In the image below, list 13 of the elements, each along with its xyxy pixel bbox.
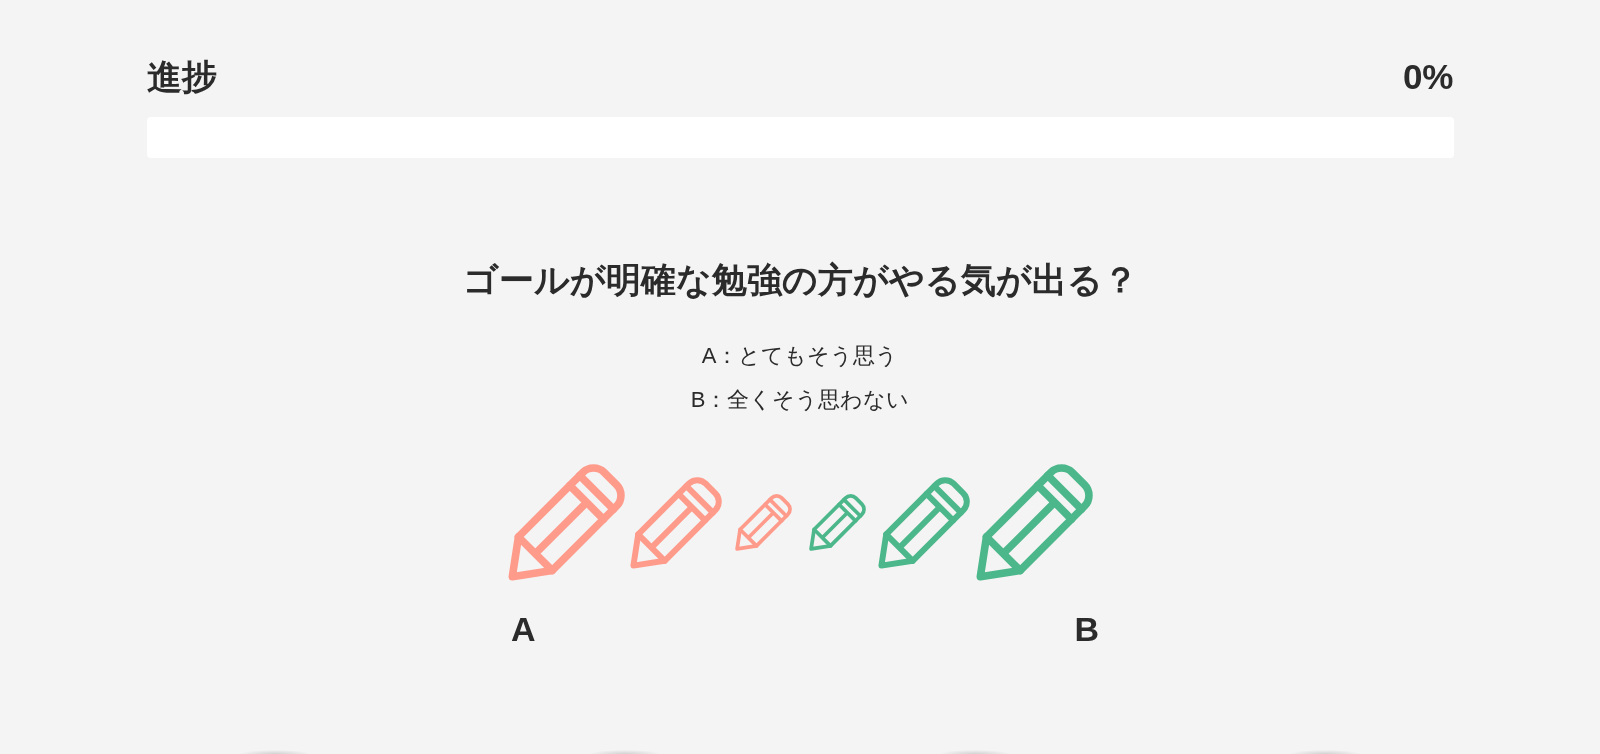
progress-percent: 0% [1402, 56, 1454, 98]
scale-label: A [511, 609, 536, 650]
progress-label: 進捗 [146, 56, 217, 98]
pencil-icon[interactable] [808, 494, 866, 551]
legend-text: B：全くそう思わない [690, 386, 910, 414]
pencil-icon[interactable] [734, 494, 792, 551]
legend-text: A：とてもそう思う [701, 342, 899, 370]
pencil-icon[interactable] [630, 476, 722, 569]
question-title: ゴールが明確な勉強の方がやる気が出る？ [462, 259, 1138, 301]
pencil-icon[interactable] [878, 476, 970, 569]
pencil-icon[interactable] [507, 464, 625, 581]
pencil-icon[interactable] [975, 464, 1093, 581]
scale-label: B [1074, 609, 1099, 650]
